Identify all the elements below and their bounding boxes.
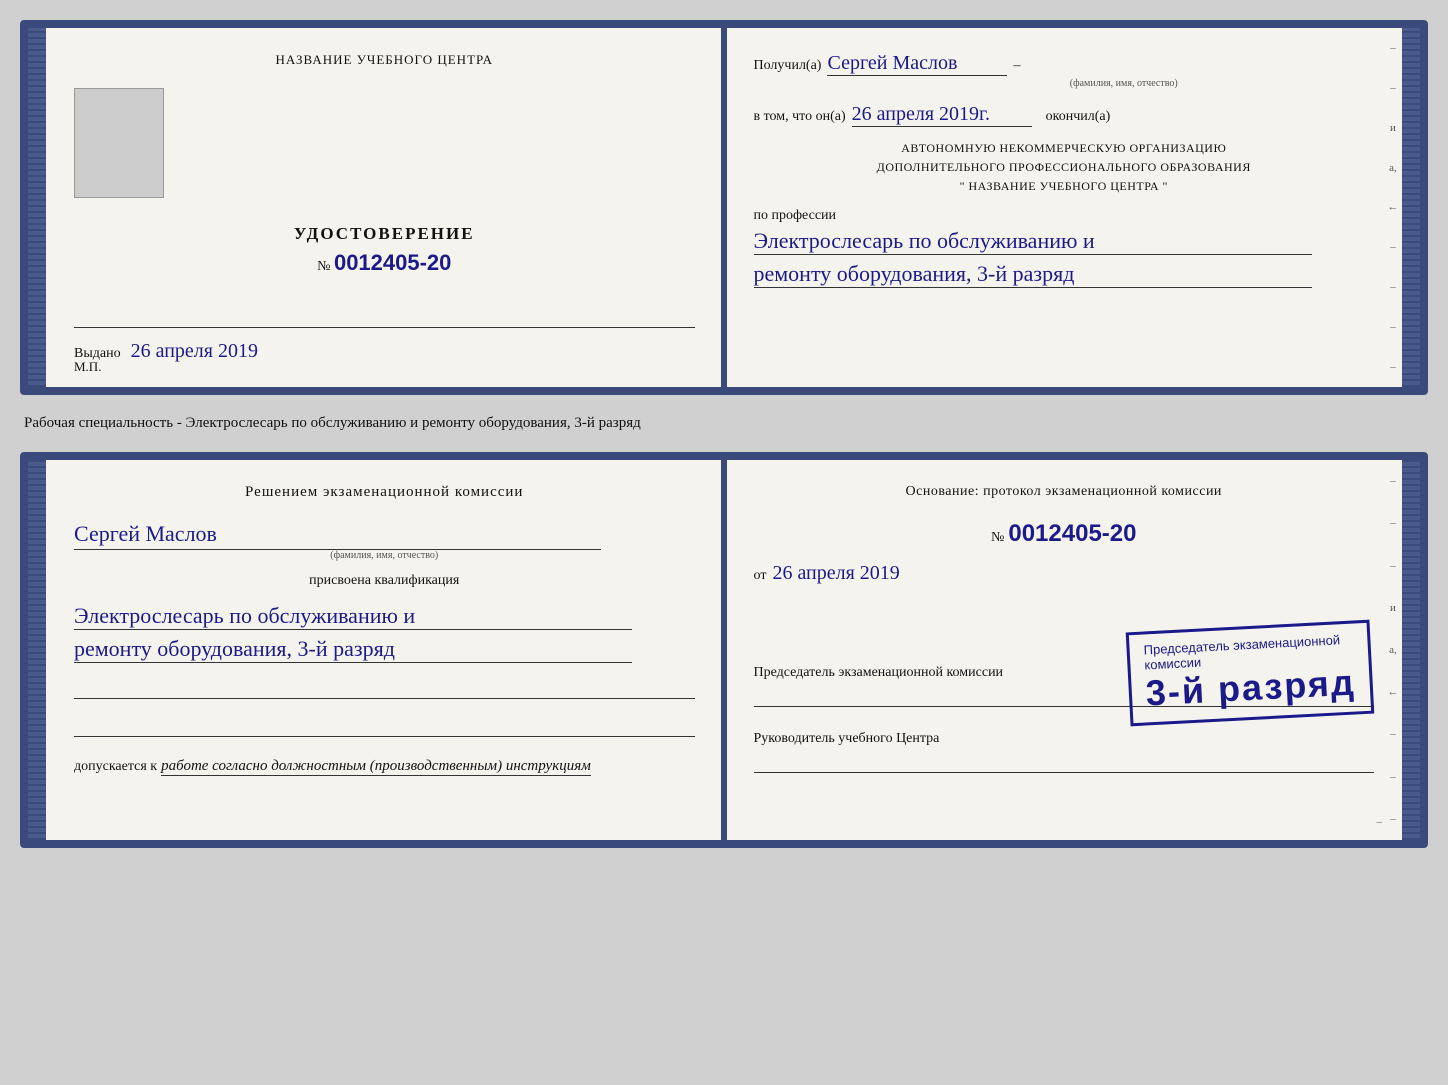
- bottom-left-panel: Решением экзаменационной комиссии Сергей…: [46, 460, 726, 840]
- allowed-value-field: работе согласно должностным (производств…: [161, 757, 591, 776]
- person-name-sub: (фамилия, имя, отчество): [874, 78, 1375, 89]
- profession-line2: ремонту оборудования, 3-й разряд: [754, 261, 1075, 286]
- bottom-person-sub: (фамилия, имя, отчество): [74, 550, 695, 561]
- spine-left-2: [28, 460, 46, 840]
- received-label: Получил(а): [754, 58, 822, 74]
- right-dashes: ––иа,←––––: [1386, 28, 1400, 387]
- head-sig-line: [754, 751, 1375, 773]
- decision-label: Решением экзаменационной комиссии: [74, 484, 695, 501]
- issued-row: Выдано 26 апреля 2019: [74, 340, 695, 363]
- allowed-label: допускается к: [74, 759, 157, 774]
- org-line2: ДОПОЛНИТЕЛЬНОГО ПРОФЕССИОНАЛЬНОГО ОБРАЗО…: [754, 160, 1375, 175]
- bottom-person-name: Сергей Маслов: [74, 521, 217, 546]
- stamp: Председатель экзаменационной комиссии 3-…: [1126, 620, 1374, 727]
- org-line1: АВТОНОМНУЮ НЕКОММЕРЧЕСКУЮ ОРГАНИЗАЦИЮ: [754, 141, 1375, 156]
- assigned-label: присвоена квалификация: [74, 573, 695, 589]
- spine-right: [1402, 28, 1420, 387]
- basis-label: Основание: протокол экзаменационной коми…: [754, 484, 1375, 500]
- protocol-number-row: № 0012405-20: [754, 520, 1375, 548]
- top-right-panel: ––иа,←–––– Получил(а) Сергей Маслов – (ф…: [726, 28, 1403, 387]
- date-prefix: от: [754, 568, 767, 584]
- dash-1: –: [1013, 58, 1020, 74]
- doc-type-section: УДОСТОВЕРЕНИЕ № 0012405-20: [74, 224, 695, 276]
- in-that-label: в том, что он(а): [754, 109, 846, 125]
- qual-line2-field: ремонту оборудования, 3-й разряд: [74, 636, 632, 663]
- issued-date: 26 апреля 2019: [131, 340, 258, 362]
- doc-type-label: УДОСТОВЕРЕНИЕ: [74, 224, 695, 244]
- in-that-row: в том, что он(а) 26 апреля 2019г. окончи…: [754, 103, 1375, 127]
- profession-block: по профессии Электрослесарь по обслужива…: [754, 208, 1375, 288]
- date-value: 26 апреля 2019: [772, 562, 899, 585]
- photo-placeholder: [74, 88, 164, 198]
- page-wrapper: НАЗВАНИЕ УЧЕБНОГО ЦЕНТРА УДОСТОВЕРЕНИЕ №…: [20, 20, 1428, 848]
- bottom-person-name-field: Сергей Маслов: [74, 521, 695, 547]
- head-label: Руководитель учебного Центра: [754, 731, 1375, 747]
- spine-left: [28, 28, 46, 387]
- profession-label: по профессии: [754, 208, 1375, 224]
- top-document-card: НАЗВАНИЕ УЧЕБНОГО ЦЕНТРА УДОСТОВЕРЕНИЕ №…: [20, 20, 1428, 395]
- qualification-block: Электрослесарь по обслуживанию и ремонту…: [74, 603, 695, 663]
- person-name-field: Сергей Маслов: [827, 52, 1007, 76]
- allowed-block: допускается к работе согласно должностны…: [74, 757, 695, 776]
- sig-line-bottom-1: [74, 677, 695, 699]
- profession-line2-field: ремонту оборудования, 3-й разряд: [754, 261, 1312, 288]
- qual-line1-field: Электрослесарь по обслуживанию и: [74, 603, 632, 630]
- protocol-number: 0012405-20: [1008, 520, 1136, 547]
- top-left-content: НАЗВАНИЕ УЧЕБНОГО ЦЕНТРА УДОСТОВЕРЕНИЕ №…: [74, 52, 695, 363]
- person-name: Сергей Маслов: [827, 52, 957, 74]
- doc-number-row: № 0012405-20: [74, 250, 695, 276]
- profession-line1-field: Электрослесарь по обслуживанию и: [754, 228, 1312, 255]
- doc-number: 0012405-20: [334, 250, 451, 275]
- qual-line2: ремонту оборудования, 3-й разряд: [74, 636, 395, 661]
- bottom-right-dashes: –: [1377, 812, 1383, 830]
- completed-label: окончил(а): [1046, 109, 1111, 125]
- protocol-date-row: от 26 апреля 2019: [754, 562, 1375, 585]
- between-label: Рабочая специальность - Электрослесарь п…: [20, 411, 1428, 436]
- qual-line1: Электрослесарь по обслуживанию и: [74, 603, 415, 628]
- spine-right-2: [1402, 460, 1420, 840]
- completed-date-field: 26 апреля 2019г.: [852, 103, 1032, 127]
- org-name-quoted: " НАЗВАНИЕ УЧЕБНОГО ЦЕНТРА ": [754, 179, 1375, 194]
- sig-line-1: [74, 306, 695, 328]
- allowed-value: работе согласно должностным (производств…: [161, 758, 591, 774]
- right-dashes-2: –––иа,←–––: [1386, 460, 1400, 840]
- org-name-label: НАЗВАНИЕ УЧЕБНОГО ЦЕНТРА: [74, 52, 695, 68]
- mp-label: М.П.: [74, 359, 101, 375]
- received-row: Получил(а) Сергей Маслов –: [754, 52, 1375, 76]
- head-sig-block: Руководитель учебного Центра: [754, 731, 1375, 773]
- bottom-right-panel: –––иа,←––– Основание: протокол экзаменац…: [726, 460, 1403, 840]
- protocol-number-prefix: №: [991, 530, 1004, 545]
- top-left-panel: НАЗВАНИЕ УЧЕБНОГО ЦЕНТРА УДОСТОВЕРЕНИЕ №…: [46, 28, 726, 387]
- completed-date: 26 апреля 2019г.: [852, 103, 990, 125]
- issued-section: Выдано 26 апреля 2019: [74, 306, 695, 363]
- sig-line-bottom-2: [74, 715, 695, 737]
- org-block: АВТОНОМНУЮ НЕКОММЕРЧЕСКУЮ ОРГАНИЗАЦИЮ ДО…: [754, 141, 1375, 194]
- profession-line1: Электрослесарь по обслуживанию и: [754, 228, 1095, 253]
- doc-number-prefix: №: [317, 259, 330, 274]
- bottom-document-card: Решением экзаменационной комиссии Сергей…: [20, 452, 1428, 848]
